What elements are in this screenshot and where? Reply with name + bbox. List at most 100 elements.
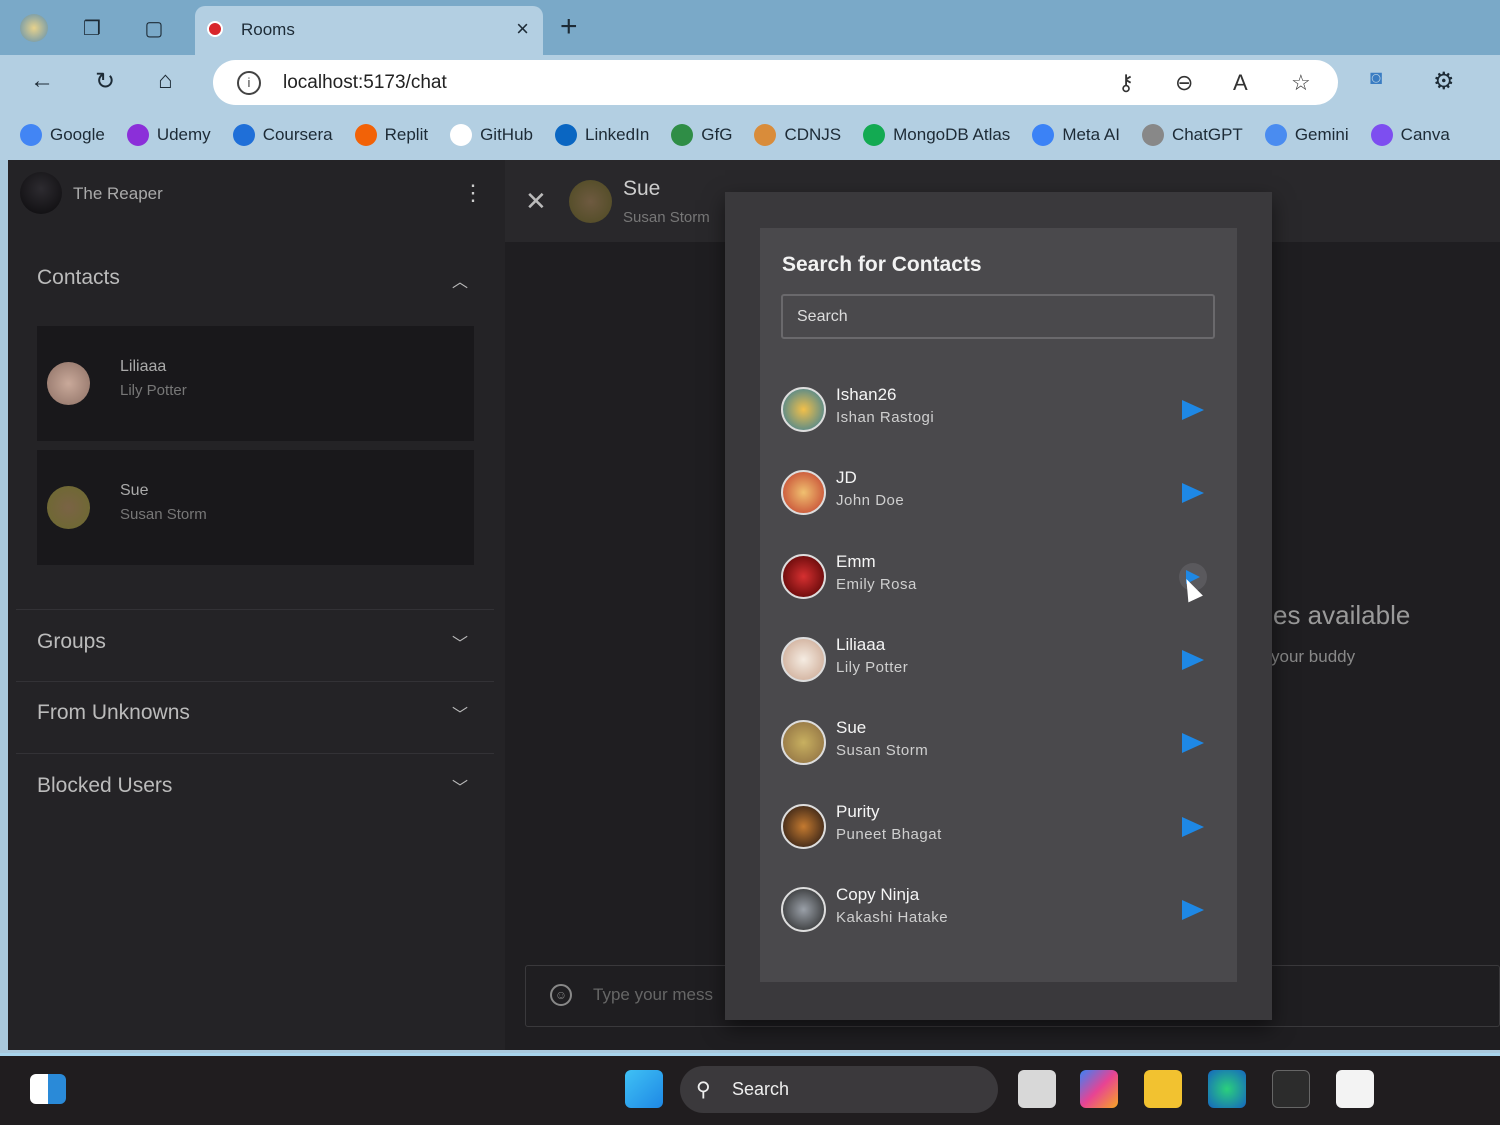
bookmark-favicon-icon bbox=[863, 124, 886, 146]
read-aloud-icon[interactable]: A bbox=[1233, 70, 1248, 96]
more-options-icon[interactable]: ⋮ bbox=[462, 182, 484, 204]
bookmark-favicon-icon bbox=[1370, 124, 1393, 146]
send-request-button[interactable] bbox=[1179, 646, 1207, 674]
tab-rooms[interactable]: Rooms × bbox=[195, 6, 543, 56]
chevron-up-icon[interactable]: ︿ bbox=[452, 268, 468, 292]
groups-section-header[interactable]: Groups bbox=[37, 630, 106, 654]
bookmark-gemini[interactable]: Gemini bbox=[1264, 124, 1349, 146]
vertical-tabs-icon[interactable]: ▢ bbox=[140, 14, 168, 42]
screen-record-icon[interactable]: ◙ bbox=[1370, 67, 1382, 90]
start-windows-icon[interactable] bbox=[625, 1070, 663, 1108]
snipping-tool-icon[interactable] bbox=[1336, 1070, 1374, 1108]
bookmark-favicon-icon bbox=[555, 124, 577, 146]
contact-result-row: Copy Ninja Kakashi Hatake bbox=[781, 876, 1215, 946]
bookmark-chatgpt[interactable]: ChatGPT bbox=[1141, 124, 1243, 146]
bookmark-coursera[interactable]: Coursera bbox=[232, 124, 333, 146]
send-request-button[interactable] bbox=[1179, 896, 1207, 924]
terminal-icon[interactable] bbox=[1272, 1070, 1310, 1108]
contact-name: Copy Ninja bbox=[836, 884, 920, 904]
zoom-out-icon[interactable]: ⊖ bbox=[1175, 70, 1193, 96]
divider bbox=[16, 681, 494, 682]
bookmark-label: Canva bbox=[1400, 125, 1450, 144]
empty-state-title: es available bbox=[1273, 600, 1411, 630]
contact-result-row: Liliaaa Lily Potter bbox=[781, 626, 1215, 696]
contact-avatar bbox=[781, 470, 826, 516]
contact-name: Ishan26 bbox=[836, 385, 897, 404]
tab-bar: ❐ ▢ Rooms × + bbox=[0, 0, 1500, 56]
search-icon: ⚲ bbox=[696, 1079, 711, 1101]
url-text[interactable]: localhost:5173/chat bbox=[283, 72, 447, 94]
send-icon bbox=[1182, 733, 1204, 754]
emoji-icon[interactable]: ☺ bbox=[550, 984, 572, 1006]
bookmark-canva[interactable]: Canva bbox=[1370, 124, 1450, 146]
bookmark-favicon-icon bbox=[450, 124, 473, 146]
send-icon bbox=[1182, 649, 1204, 670]
chevron-down-icon[interactable]: ﹀ bbox=[452, 630, 468, 654]
empty-state-subtitle: your buddy bbox=[1271, 647, 1356, 666]
chat-avatar bbox=[569, 180, 612, 223]
bookmark-label: Google bbox=[50, 125, 105, 144]
message-placeholder: Type your mess bbox=[593, 985, 713, 1004]
send-request-button[interactable] bbox=[1179, 479, 1207, 507]
bookmark-replit[interactable]: Replit bbox=[354, 124, 428, 146]
edge-icon[interactable] bbox=[1208, 1070, 1246, 1108]
contact-full-name: Lily Potter bbox=[120, 382, 187, 399]
send-icon bbox=[1182, 400, 1204, 420]
refresh-icon[interactable]: ↻ bbox=[95, 67, 115, 96]
nav-bar: ← ↻ ⌂ i localhost:5173/chat ⚷ ⊖ A ☆ ◙ ⚙ bbox=[0, 55, 1500, 110]
tab-title: Rooms bbox=[241, 20, 295, 39]
profile-avatar-icon[interactable] bbox=[20, 14, 48, 42]
home-icon[interactable]: ⌂ bbox=[158, 67, 173, 95]
bookmark-gfg[interactable]: GfG bbox=[671, 124, 732, 146]
contact-name: Sue bbox=[836, 718, 867, 738]
chevron-down-icon[interactable]: ﹀ bbox=[452, 774, 468, 798]
contacts-section-header[interactable]: Contacts bbox=[37, 266, 120, 290]
bookmark-favicon-icon bbox=[1032, 124, 1055, 146]
contact-avatar bbox=[781, 720, 826, 766]
back-icon[interactable]: ← bbox=[30, 67, 54, 95]
info-icon[interactable]: i bbox=[237, 71, 261, 95]
contact-card[interactable]: Sue Susan Storm bbox=[37, 450, 474, 565]
bookmark-label: GitHub bbox=[480, 125, 533, 144]
copilot-icon[interactable] bbox=[1080, 1070, 1118, 1108]
contact-avatar bbox=[781, 553, 826, 599]
widgets-icon[interactable] bbox=[30, 1074, 66, 1104]
new-tab-button[interactable]: + bbox=[560, 10, 578, 44]
contact-card[interactable]: Liliaaa Lily Potter bbox=[37, 326, 474, 441]
user-avatar[interactable] bbox=[20, 172, 62, 214]
send-request-button[interactable] bbox=[1179, 396, 1207, 424]
favorite-star-icon[interactable]: ☆ bbox=[1291, 70, 1311, 96]
bookmark-label: Meta AI bbox=[1062, 125, 1120, 144]
bookmark-label: MongoDB Atlas bbox=[893, 125, 1011, 144]
bookmark-google[interactable]: Google bbox=[20, 124, 105, 146]
extensions-icon[interactable]: ⚙ bbox=[1433, 67, 1455, 96]
bookmark-label: LinkedIn bbox=[585, 125, 650, 144]
contact-avatar bbox=[781, 636, 826, 682]
password-key-icon[interactable]: ⚷ bbox=[1118, 70, 1134, 96]
close-tab-icon[interactable]: × bbox=[516, 16, 529, 42]
workspaces-icon[interactable]: ❐ bbox=[78, 14, 106, 42]
send-request-button[interactable] bbox=[1179, 813, 1207, 841]
contact-avatar bbox=[47, 362, 90, 405]
bookmark-github[interactable]: GitHub bbox=[450, 124, 533, 146]
file-explorer-icon[interactable] bbox=[1144, 1070, 1182, 1108]
sidebar bbox=[8, 160, 505, 1050]
bookmark-label: GfG bbox=[701, 125, 733, 144]
search-input[interactable] bbox=[781, 294, 1215, 339]
bookmark-favicon-icon bbox=[754, 124, 777, 146]
send-request-button[interactable] bbox=[1179, 729, 1207, 757]
address-bar[interactable]: i localhost:5173/chat ⚷ ⊖ A ☆ bbox=[213, 60, 1338, 105]
chevron-down-icon[interactable]: ﹀ bbox=[452, 701, 468, 725]
taskbar-search[interactable]: ⚲ Search bbox=[680, 1066, 998, 1113]
bookmark-meta-ai[interactable]: Meta AI bbox=[1032, 124, 1120, 146]
blocked-section-header[interactable]: Blocked Users bbox=[37, 774, 172, 798]
divider bbox=[16, 753, 494, 754]
bookmark-udemy[interactable]: Udemy bbox=[126, 124, 211, 146]
close-chat-icon[interactable]: ✕ bbox=[525, 186, 547, 217]
bookmark-cdnjs[interactable]: CDNJS bbox=[754, 124, 841, 146]
unknowns-section-header[interactable]: From Unknowns bbox=[37, 701, 190, 725]
contact-name: JD bbox=[836, 468, 857, 488]
bookmark-linkedin[interactable]: LinkedIn bbox=[555, 124, 649, 146]
task-view-icon[interactable] bbox=[1018, 1070, 1056, 1108]
bookmark-mongodb-atlas[interactable]: MongoDB Atlas bbox=[863, 124, 1010, 146]
